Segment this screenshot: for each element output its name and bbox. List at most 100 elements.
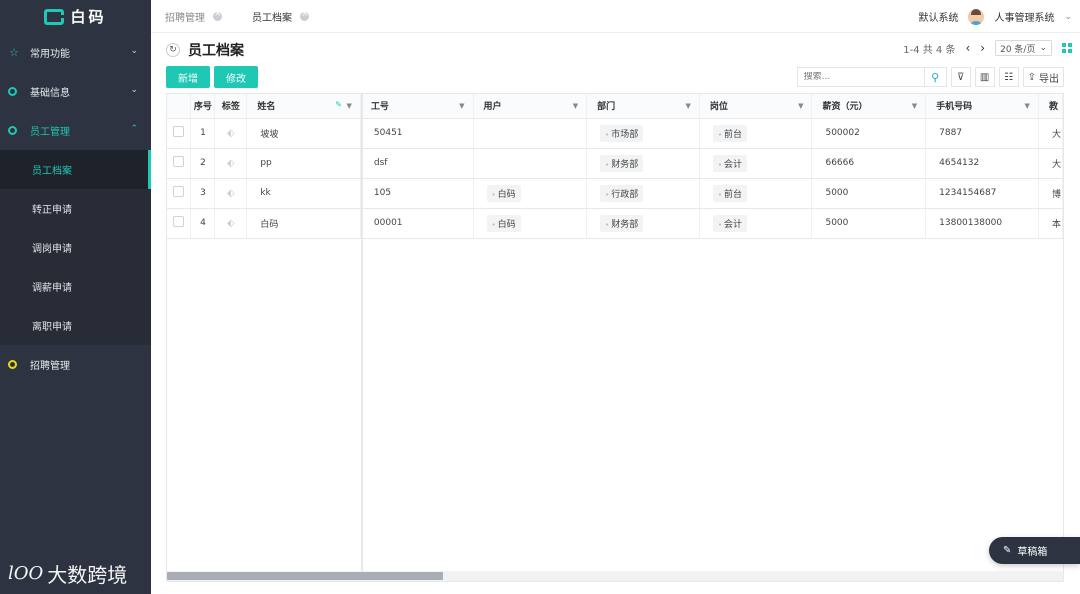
header-education[interactable]: 教 (1038, 94, 1063, 119)
table-row[interactable]: 4 ⬖ 白码 00001 白码 财务部 会计 5000 13800138000 … (167, 208, 1063, 239)
caret-down-icon[interactable]: ▼ (347, 102, 352, 110)
scrollbar-thumb[interactable] (167, 572, 443, 580)
sidebar-item-salary-adjust[interactable]: 调薪申请 (0, 267, 151, 306)
row-check-cell (167, 148, 192, 179)
page-title: 员工档案 (188, 43, 244, 59)
chevron-right-icon[interactable]: › (980, 41, 985, 55)
cell-position: 前台 (699, 118, 813, 149)
watermark-logo: lOO (8, 563, 44, 584)
draft-label: 草稿箱 (1017, 547, 1048, 558)
cell-phone: 13800138000 (925, 208, 1039, 239)
sidebar-group-common[interactable]: ☆ 常用功能 ⌄ (0, 33, 151, 72)
chevron-down-icon[interactable]: ⌄ (1064, 12, 1072, 22)
draft-box-button[interactable]: ✎ 草稿箱 (989, 537, 1080, 564)
sidebar-item-regularization[interactable]: 转正申请 (0, 189, 151, 228)
row-index: 4 (190, 208, 216, 239)
chevron-down-icon: ⌄ (130, 46, 138, 56)
columns-settings-icon[interactable]: ☷ (998, 67, 1019, 87)
header-position[interactable]: 岗位 ▼ (699, 94, 813, 119)
pin-icon[interactable]: ✎ (335, 100, 342, 109)
sidebar-item-resignation[interactable]: 离职申请 (0, 306, 151, 345)
cell-education: 大 (1038, 148, 1063, 179)
header-salary[interactable]: 薪资（元） ▼ (811, 94, 927, 119)
sidebar-item-label: 转正申请 (32, 205, 72, 216)
brand-logo[interactable]: 白码 (0, 0, 151, 33)
sidebar-group-label: 招聘管理 (30, 361, 70, 372)
caret-down-icon[interactable]: ▼ (798, 102, 803, 110)
tag-icon[interactable]: ⬖ (227, 218, 235, 229)
cell-user: 白码 (473, 178, 588, 209)
sidebar-item-label: 员工档案 (32, 166, 72, 177)
caret-down-icon[interactable]: ▼ (459, 102, 464, 110)
avatar[interactable] (968, 8, 985, 25)
watermark-text: 大数跨境 (47, 563, 128, 587)
department-pill: 财务部 (600, 154, 644, 172)
export-label: 导出 (1039, 73, 1059, 85)
user-pill: 白码 (486, 184, 521, 202)
add-button[interactable]: 新增 (166, 66, 210, 88)
row-checkbox[interactable] (173, 216, 184, 227)
row-checkbox[interactable] (173, 126, 184, 137)
header-department[interactable]: 部门 ▼ (586, 94, 700, 119)
header-phone[interactable]: 手机号码 ▼ (925, 94, 1039, 119)
table-row[interactable]: 1 ⬖ 坡坡 50451 市场部 前台 500002 7887 大 (167, 118, 1063, 149)
system-switch[interactable]: 默认系统 (918, 9, 958, 24)
caret-down-icon[interactable]: ▼ (1025, 102, 1030, 110)
export-button[interactable]: ⇪ 导出 (1022, 67, 1064, 87)
table-row[interactable]: 3 ⬖ kk 105 白码 行政部 前台 5000 1234154687 博 (167, 178, 1063, 209)
view-switch-icon[interactable] (1062, 43, 1072, 53)
tag-icon[interactable]: ⬖ (227, 188, 235, 199)
caret-down-icon[interactable]: ▼ (685, 102, 690, 110)
cell-salary: 500002 (811, 118, 927, 149)
cell-position: 会计 (699, 208, 813, 239)
header-name[interactable]: 姓名 ✎ ▼ (246, 94, 361, 119)
row-checkbox[interactable] (173, 156, 184, 167)
cell-employee-no: 00001 (360, 208, 474, 239)
sidebar-item-employee-files[interactable]: 员工档案 (0, 150, 151, 189)
tag-icon[interactable]: ⬖ (227, 128, 235, 139)
frozen-column-divider (361, 94, 363, 581)
export-icon: ⇪ (1027, 71, 1036, 83)
cell-department: 财务部 (586, 208, 700, 239)
chart-icon[interactable]: ▥ (974, 67, 995, 87)
cell-education: 本 (1038, 208, 1063, 239)
edit-button[interactable]: 修改 (214, 66, 258, 88)
page-size-select[interactable]: 20 条/页 ⌄ (995, 40, 1052, 56)
table-row[interactable]: 2 ⬖ pp dsf 财务部 会计 66666 4654132 大 (167, 148, 1063, 179)
sidebar-group-basic[interactable]: 基础信息 ⌄ (0, 72, 151, 111)
page-size-value: 20 条/页 (1000, 44, 1036, 55)
header-label: 用户 (483, 102, 502, 113)
cell-name: kk (246, 178, 361, 209)
search-input[interactable] (797, 72, 924, 82)
tab-employee-files[interactable]: 员工档案 (238, 9, 309, 24)
tab-recruit[interactable]: 招聘管理 (151, 9, 222, 24)
app-name[interactable]: 人事管理系统 (994, 9, 1054, 24)
tag-icon[interactable]: ⬖ (227, 158, 235, 169)
row-checkbox[interactable] (173, 186, 184, 197)
filter-icon[interactable]: ⊽ (950, 67, 971, 87)
sidebar-group-recruit[interactable]: 招聘管理 (0, 345, 151, 384)
user-pill: 白码 (486, 214, 521, 232)
row-index: 1 (190, 118, 216, 149)
pagination: 1-4 共 4 条 ‹ › 20 条/页 ⌄ (903, 40, 1072, 56)
cell-employee-no: dsf (360, 148, 474, 179)
row-tag-cell: ⬖ (214, 148, 248, 179)
sidebar-group-staff[interactable]: 员工管理 ⌃ (0, 111, 151, 150)
caret-down-icon[interactable]: ▼ (912, 102, 917, 110)
horizontal-scrollbar[interactable] (167, 571, 1063, 581)
caret-down-icon[interactable]: ▼ (573, 102, 578, 110)
cell-position: 前台 (699, 178, 813, 209)
pagination-summary: 1-4 共 4 条 (903, 44, 956, 56)
circle-icon (8, 360, 17, 369)
header-user[interactable]: 用户 ▼ (473, 94, 588, 119)
row-check-cell (167, 208, 192, 239)
cell-name: 坡坡 (246, 118, 361, 149)
sidebar-item-transfer[interactable]: 调岗申请 (0, 228, 151, 267)
close-icon[interactable] (300, 9, 309, 21)
search-icon[interactable]: ⚲ (923, 68, 946, 86)
close-icon[interactable] (213, 9, 222, 21)
cell-department: 市场部 (586, 118, 700, 149)
header-employee-no[interactable]: 工号 ▼ (360, 94, 474, 119)
chevron-left-icon[interactable]: ‹ (965, 41, 970, 55)
refresh-icon[interactable]: ↻ (166, 43, 180, 57)
